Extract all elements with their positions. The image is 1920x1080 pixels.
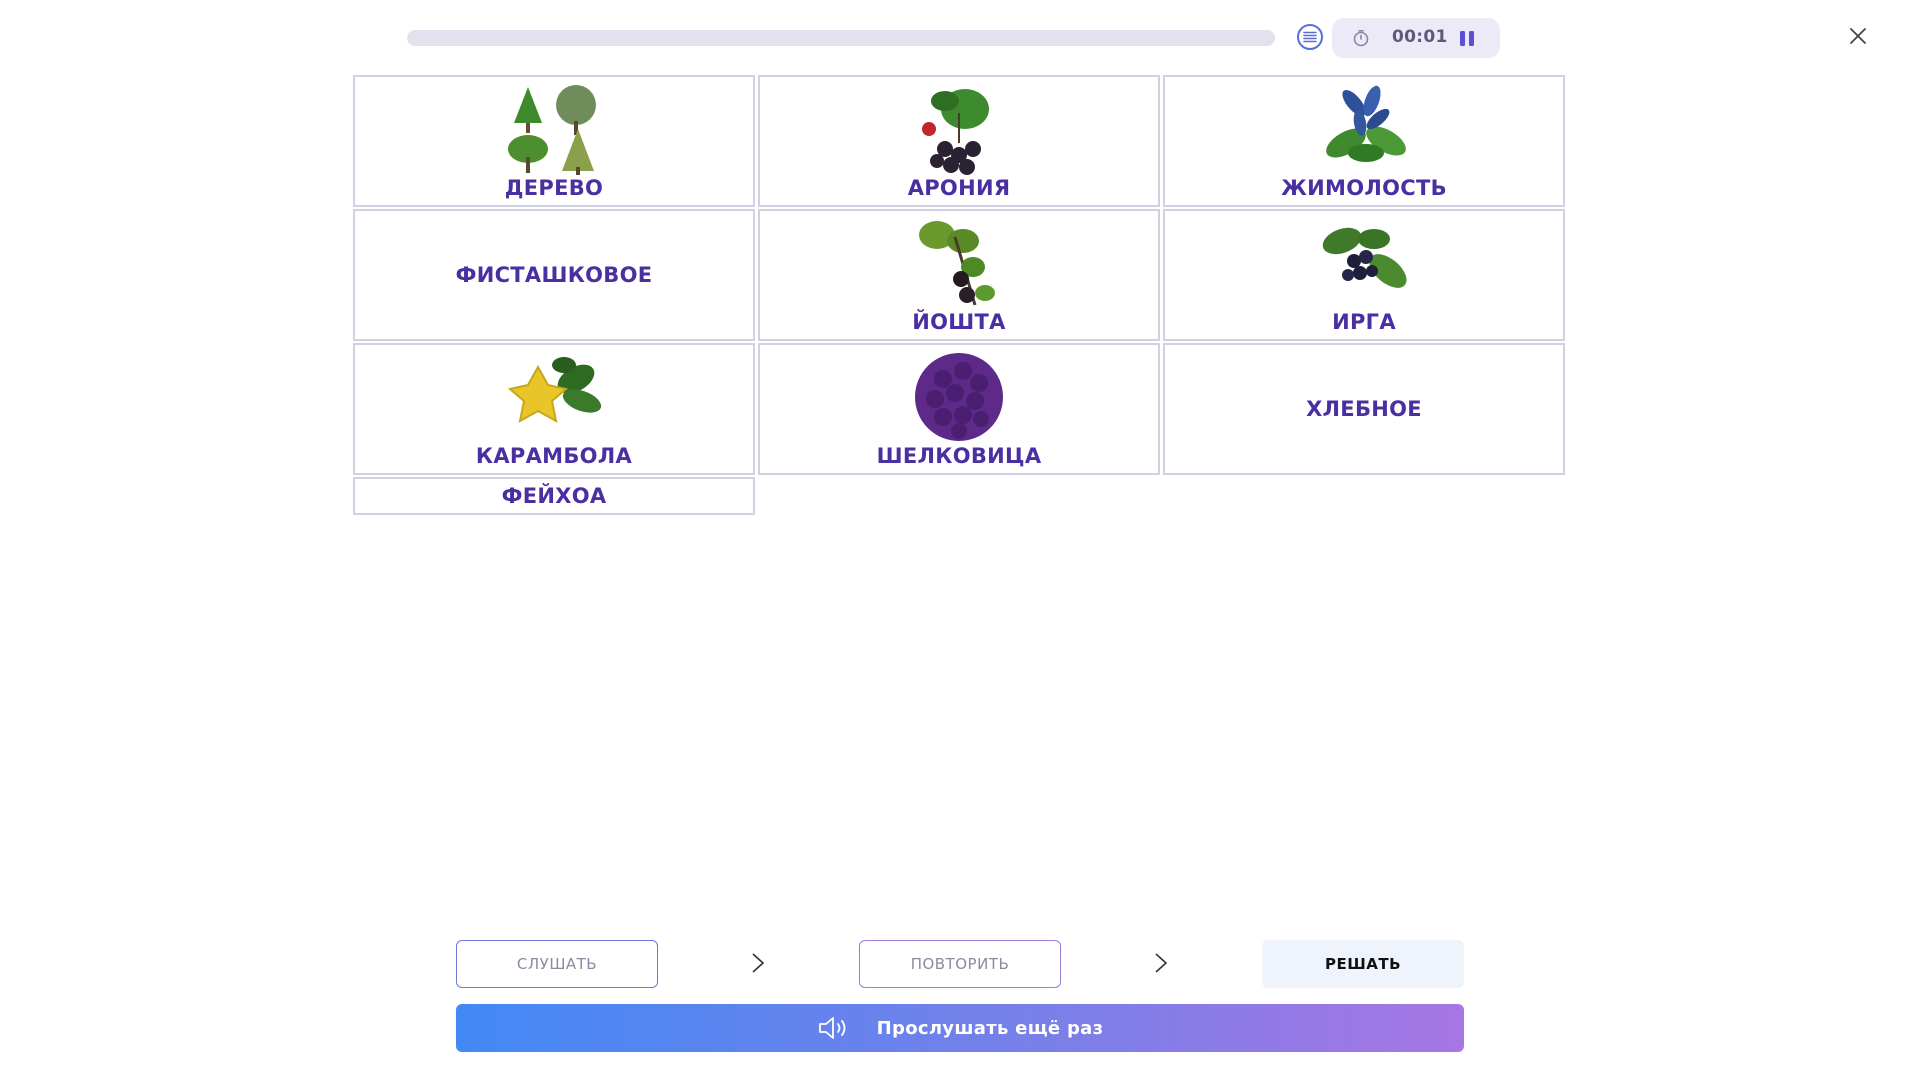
chevron-right-icon (1155, 953, 1168, 973)
stopwatch-icon (1353, 29, 1369, 47)
card-feykhoa[interactable]: ФЕЙХОА (353, 477, 755, 515)
jostaberry-image (919, 221, 995, 306)
card-label: АРОНИЯ (907, 176, 1011, 200)
honeysuckle-image (1326, 85, 1406, 162)
card-shelkovitsa[interactable]: ШЕЛКОВИЦА (758, 343, 1160, 475)
list-icon[interactable] (1297, 24, 1323, 50)
card-label: ХЛЕБНОЕ (1306, 397, 1422, 421)
card-zhimolost[interactable]: ЖИМОЛОСТЬ (1163, 75, 1565, 207)
listen-button[interactable]: СЛУШАТЬ (456, 940, 658, 988)
solve-button[interactable]: РЕШАТЬ (1262, 940, 1464, 988)
card-label: ШЕЛКОВИЦА (876, 444, 1042, 468)
card-khlebnoe[interactable]: ХЛЕБНОЕ (1163, 343, 1565, 475)
card-label: КАРАМБОЛА (475, 444, 633, 468)
card-label: ЖИМОЛОСТЬ (1281, 176, 1447, 200)
replay-label: Прослушать ещё раз (876, 1017, 1104, 1039)
timer-value: 00:01 (1392, 27, 1448, 47)
mulberry-image (915, 353, 1003, 441)
card-irga[interactable]: ИРГА (1163, 209, 1565, 341)
progress-bar (407, 30, 1275, 46)
close-icon[interactable] (1846, 24, 1870, 48)
card-label: ФИСТАШКОВОЕ (455, 263, 653, 287)
chevron-right-icon (752, 953, 765, 973)
timer: 00:01 (1332, 18, 1500, 58)
trees-image (508, 85, 596, 175)
speaker-icon (817, 1016, 849, 1040)
replay-button[interactable]: Прослушать ещё раз (456, 1004, 1464, 1052)
aronia-berries-image (922, 89, 989, 175)
card-label: ИРГА (1332, 310, 1396, 334)
repeat-button[interactable]: ПОВТОРИТЬ (859, 940, 1061, 988)
card-karambola[interactable]: КАРАМБОЛА (353, 343, 755, 475)
card-derevo[interactable]: ДЕРЕВО (353, 75, 755, 207)
card-label: ЙОШТА (912, 310, 1006, 334)
serviceberry-image (1322, 227, 1407, 288)
card-yoshta[interactable]: ЙОШТА (758, 209, 1160, 341)
card-fistashkovoe[interactable]: ФИСТАШКОВОЕ (353, 209, 755, 341)
card-label: ДЕРЕВО (504, 176, 604, 200)
card-label: ФЕЙХОА (501, 484, 607, 508)
pause-icon[interactable] (1459, 30, 1475, 47)
carambola-image (507, 357, 602, 423)
card-aroniya[interactable]: АРОНИЯ (758, 75, 1160, 207)
